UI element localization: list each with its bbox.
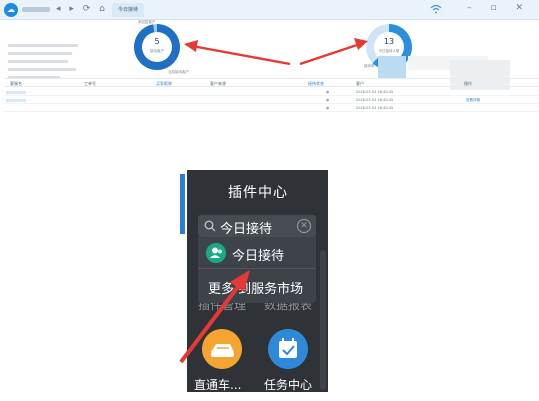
annotation-arrow-bottom: [179, 270, 250, 364]
